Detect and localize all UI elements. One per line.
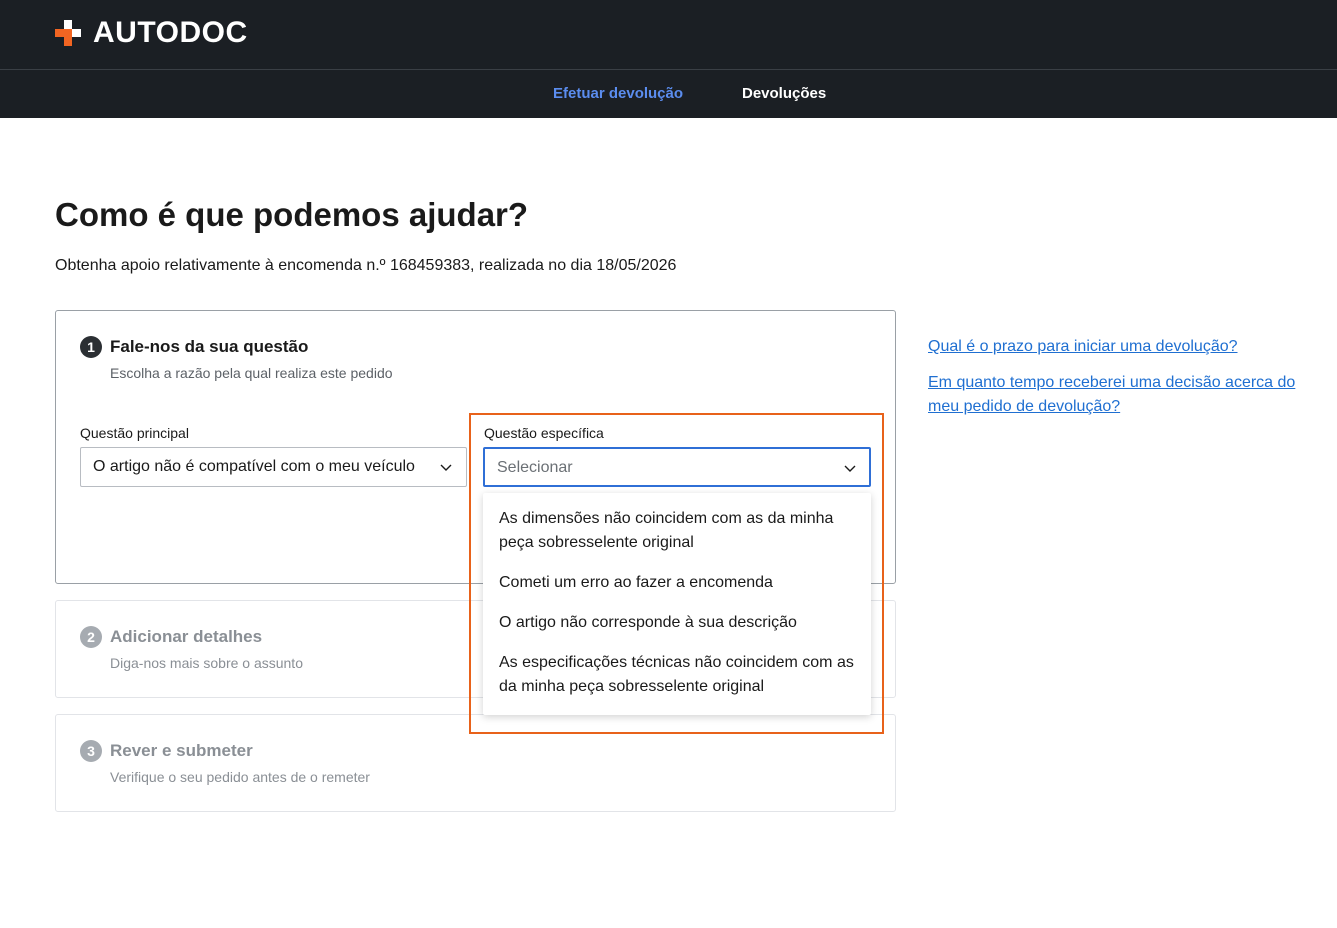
dropdown-option[interactable]: As especificações técnicas não coincidem… [499, 651, 859, 699]
step-title: Fale-nos da sua questão [110, 337, 309, 356]
chevron-down-icon [440, 464, 452, 471]
chevron-down-icon [844, 465, 856, 472]
autodoc-logo[interactable]: AUTODOC [55, 16, 248, 49]
specific-question-label: Questão específica [484, 425, 604, 441]
step-number-badge: 2 [80, 626, 102, 648]
step-description: Verifique o seu pedido antes de o remete… [110, 769, 370, 785]
main-question-label: Questão principal [80, 425, 189, 441]
main-question-value: O artigo não é compatível com o meu veíc… [93, 458, 415, 475]
step-number-badge: 1 [80, 336, 102, 358]
step-description: Escolha a razão pela qual realiza este p… [110, 365, 393, 381]
specific-question-placeholder: Selecionar [497, 459, 573, 476]
nav-item-efetuar-devolucao[interactable]: Efetuar devolução [553, 85, 683, 102]
step-title: Adicionar detalhes [110, 627, 263, 646]
dropdown-option[interactable]: Cometi um erro ao fazer a encomenda [499, 571, 859, 595]
main-nav: Efetuar devolução Devoluções [0, 70, 1337, 118]
logo-text: AUTODOC [93, 16, 248, 49]
dropdown-option[interactable]: As dimensões não coincidem com as da min… [499, 507, 859, 555]
plus-logo-icon [55, 20, 81, 46]
step-description: Diga-nos mais sobre o assunto [110, 655, 303, 671]
main-question-select[interactable]: O artigo não é compatível com o meu veíc… [80, 447, 467, 487]
header-top-bar: AUTODOC [0, 0, 1337, 70]
site-header: AUTODOC Efetuar devolução Devoluções [0, 0, 1337, 118]
specific-question-select[interactable]: Selecionar [483, 447, 871, 487]
faq-link-decision-time[interactable]: Em quanto tempo receberei uma decisão ac… [928, 371, 1323, 419]
page-title: Como é que podemos ajudar? [55, 196, 529, 233]
step-title: Rever e submeter [110, 741, 253, 760]
dropdown-option[interactable]: O artigo não corresponde à sua descrição [499, 611, 859, 635]
page-subtitle: Obtenha apoio relativamente à encomenda … [55, 257, 677, 274]
step-number-badge: 3 [80, 740, 102, 762]
specific-question-dropdown: As dimensões não coincidem com as da min… [483, 493, 871, 715]
faq-link-return-deadline[interactable]: Qual é o prazo para iniciar uma devoluçã… [928, 335, 1323, 359]
nav-item-devolucoes[interactable]: Devoluções [742, 85, 826, 102]
step-card-3: 3 Rever e submeter Verifique o seu pedid… [55, 714, 896, 812]
